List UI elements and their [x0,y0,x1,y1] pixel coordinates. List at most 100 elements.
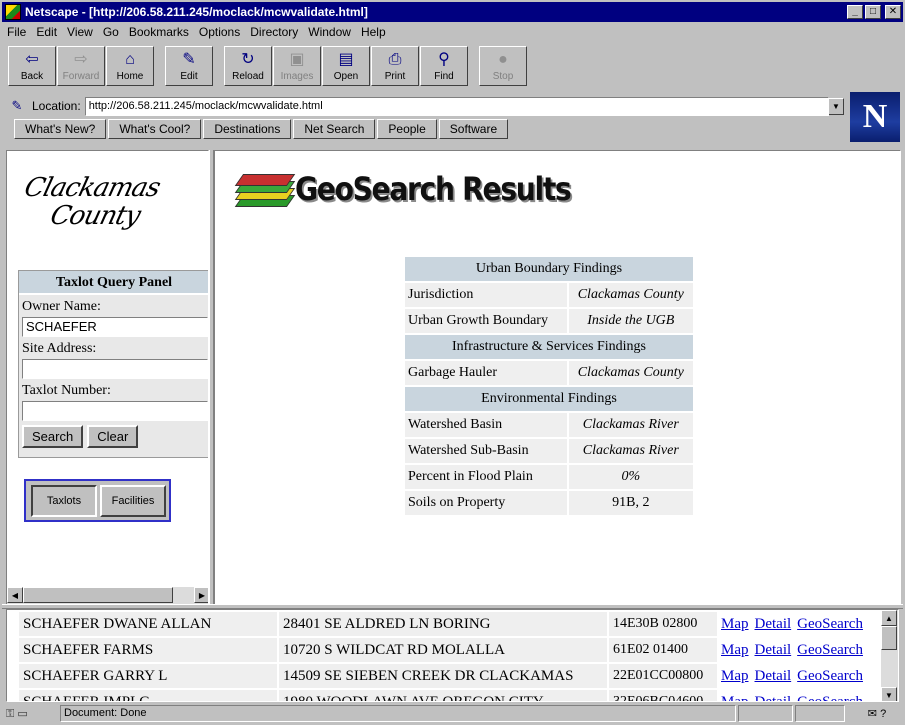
menu-directory[interactable]: Directory [245,25,303,39]
reload-button[interactable]: ↻ Reload [224,46,272,86]
geosearch-link[interactable]: GeoSearch [797,668,863,684]
map-link[interactable]: Map [721,694,749,702]
bookmark-icon[interactable]: ✎ [8,98,26,114]
minimize-button[interactable]: _ [847,5,863,19]
close-button[interactable]: ✕ [885,5,901,19]
pencil-icon: ✎ [182,51,196,68]
taxlots-tab[interactable]: Taxlots [31,484,97,517]
title-bar[interactable]: Netscape - [http://206.58.211.245/moclac… [2,2,903,22]
security-key-icon[interactable]: ⚿ ▭ [6,706,42,722]
menu-window[interactable]: Window [303,25,356,39]
menu-help[interactable]: Help [356,25,391,39]
garbage-hauler-value: Clackamas County [566,361,693,385]
vertical-scrollbar[interactable]: ▲ ▼ [881,610,898,701]
status-text: Document: Done [60,705,736,722]
scroll-up-button[interactable]: ▲ [881,610,897,626]
section-header-row: Urban Boundary Findings [405,257,693,281]
location-bar: ✎ Location: http://206.58.211.245/moclac… [8,96,844,116]
open-button[interactable]: ▤ Open [322,46,370,86]
netscape-logo[interactable]: N [850,92,900,142]
netscape-app-icon[interactable] [5,4,21,20]
destinations-button[interactable]: Destinations [203,119,292,139]
environmental-header: Environmental Findings [405,387,693,411]
search-button[interactable]: Search [22,425,84,448]
table-row: Jurisdiction Clackamas County [405,283,693,307]
print-button[interactable]: ⎙ Print [371,46,419,86]
back-button[interactable]: ⇦ Back [8,46,56,86]
taxlot-cell: 22E01CC00800 [607,664,717,688]
menu-view[interactable]: View [62,25,98,39]
software-button[interactable]: Software [438,119,509,139]
links-cell: Map Detail GeoSearch [717,612,887,636]
arrow-left-icon: ◀ [11,590,19,600]
forward-button[interactable]: ⇨ Forward [57,46,105,86]
menu-options[interactable]: Options [194,25,245,39]
whats-new-button[interactable]: What's New? [14,119,107,139]
maximize-button[interactable]: □ [865,5,881,19]
scroll-down-button[interactable]: ▼ [881,687,897,701]
taxlot-cell: 14E30B 02800 [607,612,717,636]
ugb-value: Inside the UGB [566,309,693,333]
open-icon: ▤ [338,51,354,68]
detail-link[interactable]: Detail [755,616,792,632]
scroll-thumb[interactable] [881,626,897,650]
detail-link[interactable]: Detail [755,642,792,658]
map-link[interactable]: Map [721,642,749,658]
mail-icon[interactable]: ✉ ? [857,707,897,720]
section-header-row: Environmental Findings [405,387,693,411]
progress-cell [738,705,793,722]
horizontal-scrollbar[interactable]: ◀ ▶ [7,587,208,604]
find-button[interactable]: ⚲ Find [420,46,468,86]
taxlot-number-input[interactable] [22,401,208,421]
detail-link[interactable]: Detail [755,668,792,684]
stop-icon: ● [498,51,508,68]
location-dropdown-button[interactable]: ▼ [828,97,844,115]
table-row: Percent in Flood Plain 0% [405,465,693,489]
watershed-basin-label: Watershed Basin [405,413,567,437]
scroll-thumb[interactable] [23,587,173,603]
menu-bookmarks[interactable]: Bookmarks [124,25,194,39]
edit-button[interactable]: ✎ Edit [165,46,213,86]
soils-label: Soils on Property [405,491,567,515]
geosearch-link[interactable]: GeoSearch [797,616,863,632]
forward-arrow-icon: ⇨ [74,51,88,68]
owner-name-input[interactable]: SCHAEFER [22,317,208,337]
location-input[interactable]: http://206.58.211.245/moclack/mcwvalidat… [84,96,830,116]
site-address-input[interactable] [22,359,208,379]
menu-file[interactable]: File [2,25,31,39]
table-row: SCHAEFER GARRY L 14509 SE SIEBEN CREEK D… [19,664,887,688]
section-header-row: Infrastructure & Services Findings [405,335,693,359]
taxlot-cell: 32E06BC04600 [607,690,717,701]
clear-button[interactable]: Clear [87,425,139,448]
flood-plain-value: 0% [566,465,693,489]
images-button[interactable]: ▣ Images [273,46,321,86]
stop-button[interactable]: ● Stop [479,46,527,86]
address-cell: 28401 SE ALDRED LN BORING [277,612,607,636]
home-button[interactable]: ⌂ Home [106,46,154,86]
scroll-right-button[interactable]: ▶ [194,587,208,603]
menu-edit[interactable]: Edit [31,25,62,39]
map-link[interactable]: Map [721,616,749,632]
net-search-button[interactable]: Net Search [293,119,376,139]
arrow-up-icon: ▲ [885,613,893,623]
geosearch-header: GeoSearch Results [229,169,608,209]
logo-line-2: County [47,201,143,231]
table-row: Garbage Hauler Clackamas County [405,361,693,385]
query-buttons: Search Clear [22,425,208,448]
detail-link[interactable]: Detail [755,694,792,702]
arrow-right-icon: ▶ [198,590,206,600]
minimize-icon: _ [852,6,858,17]
geosearch-link[interactable]: GeoSearch [797,694,863,702]
people-button[interactable]: People [377,119,437,139]
arrow-down-icon: ▼ [885,690,893,700]
map-link[interactable]: Map [721,668,749,684]
geosearch-link[interactable]: GeoSearch [797,642,863,658]
facilities-tab[interactable]: Facilities [100,484,166,517]
results-table: SCHAEFER DWANE ALLAN 28401 SE ALDRED LN … [19,610,887,702]
scroll-left-button[interactable]: ◀ [7,587,23,603]
soils-value: 91B, 2 [566,491,693,515]
left-frame: Clackamas County Taxlot Query Panel Owne… [6,150,209,605]
results-frame: SCHAEFER DWANE ALLAN 28401 SE ALDRED LN … [6,609,899,702]
menu-go[interactable]: Go [98,25,124,39]
whats-cool-button[interactable]: What's Cool? [108,119,202,139]
